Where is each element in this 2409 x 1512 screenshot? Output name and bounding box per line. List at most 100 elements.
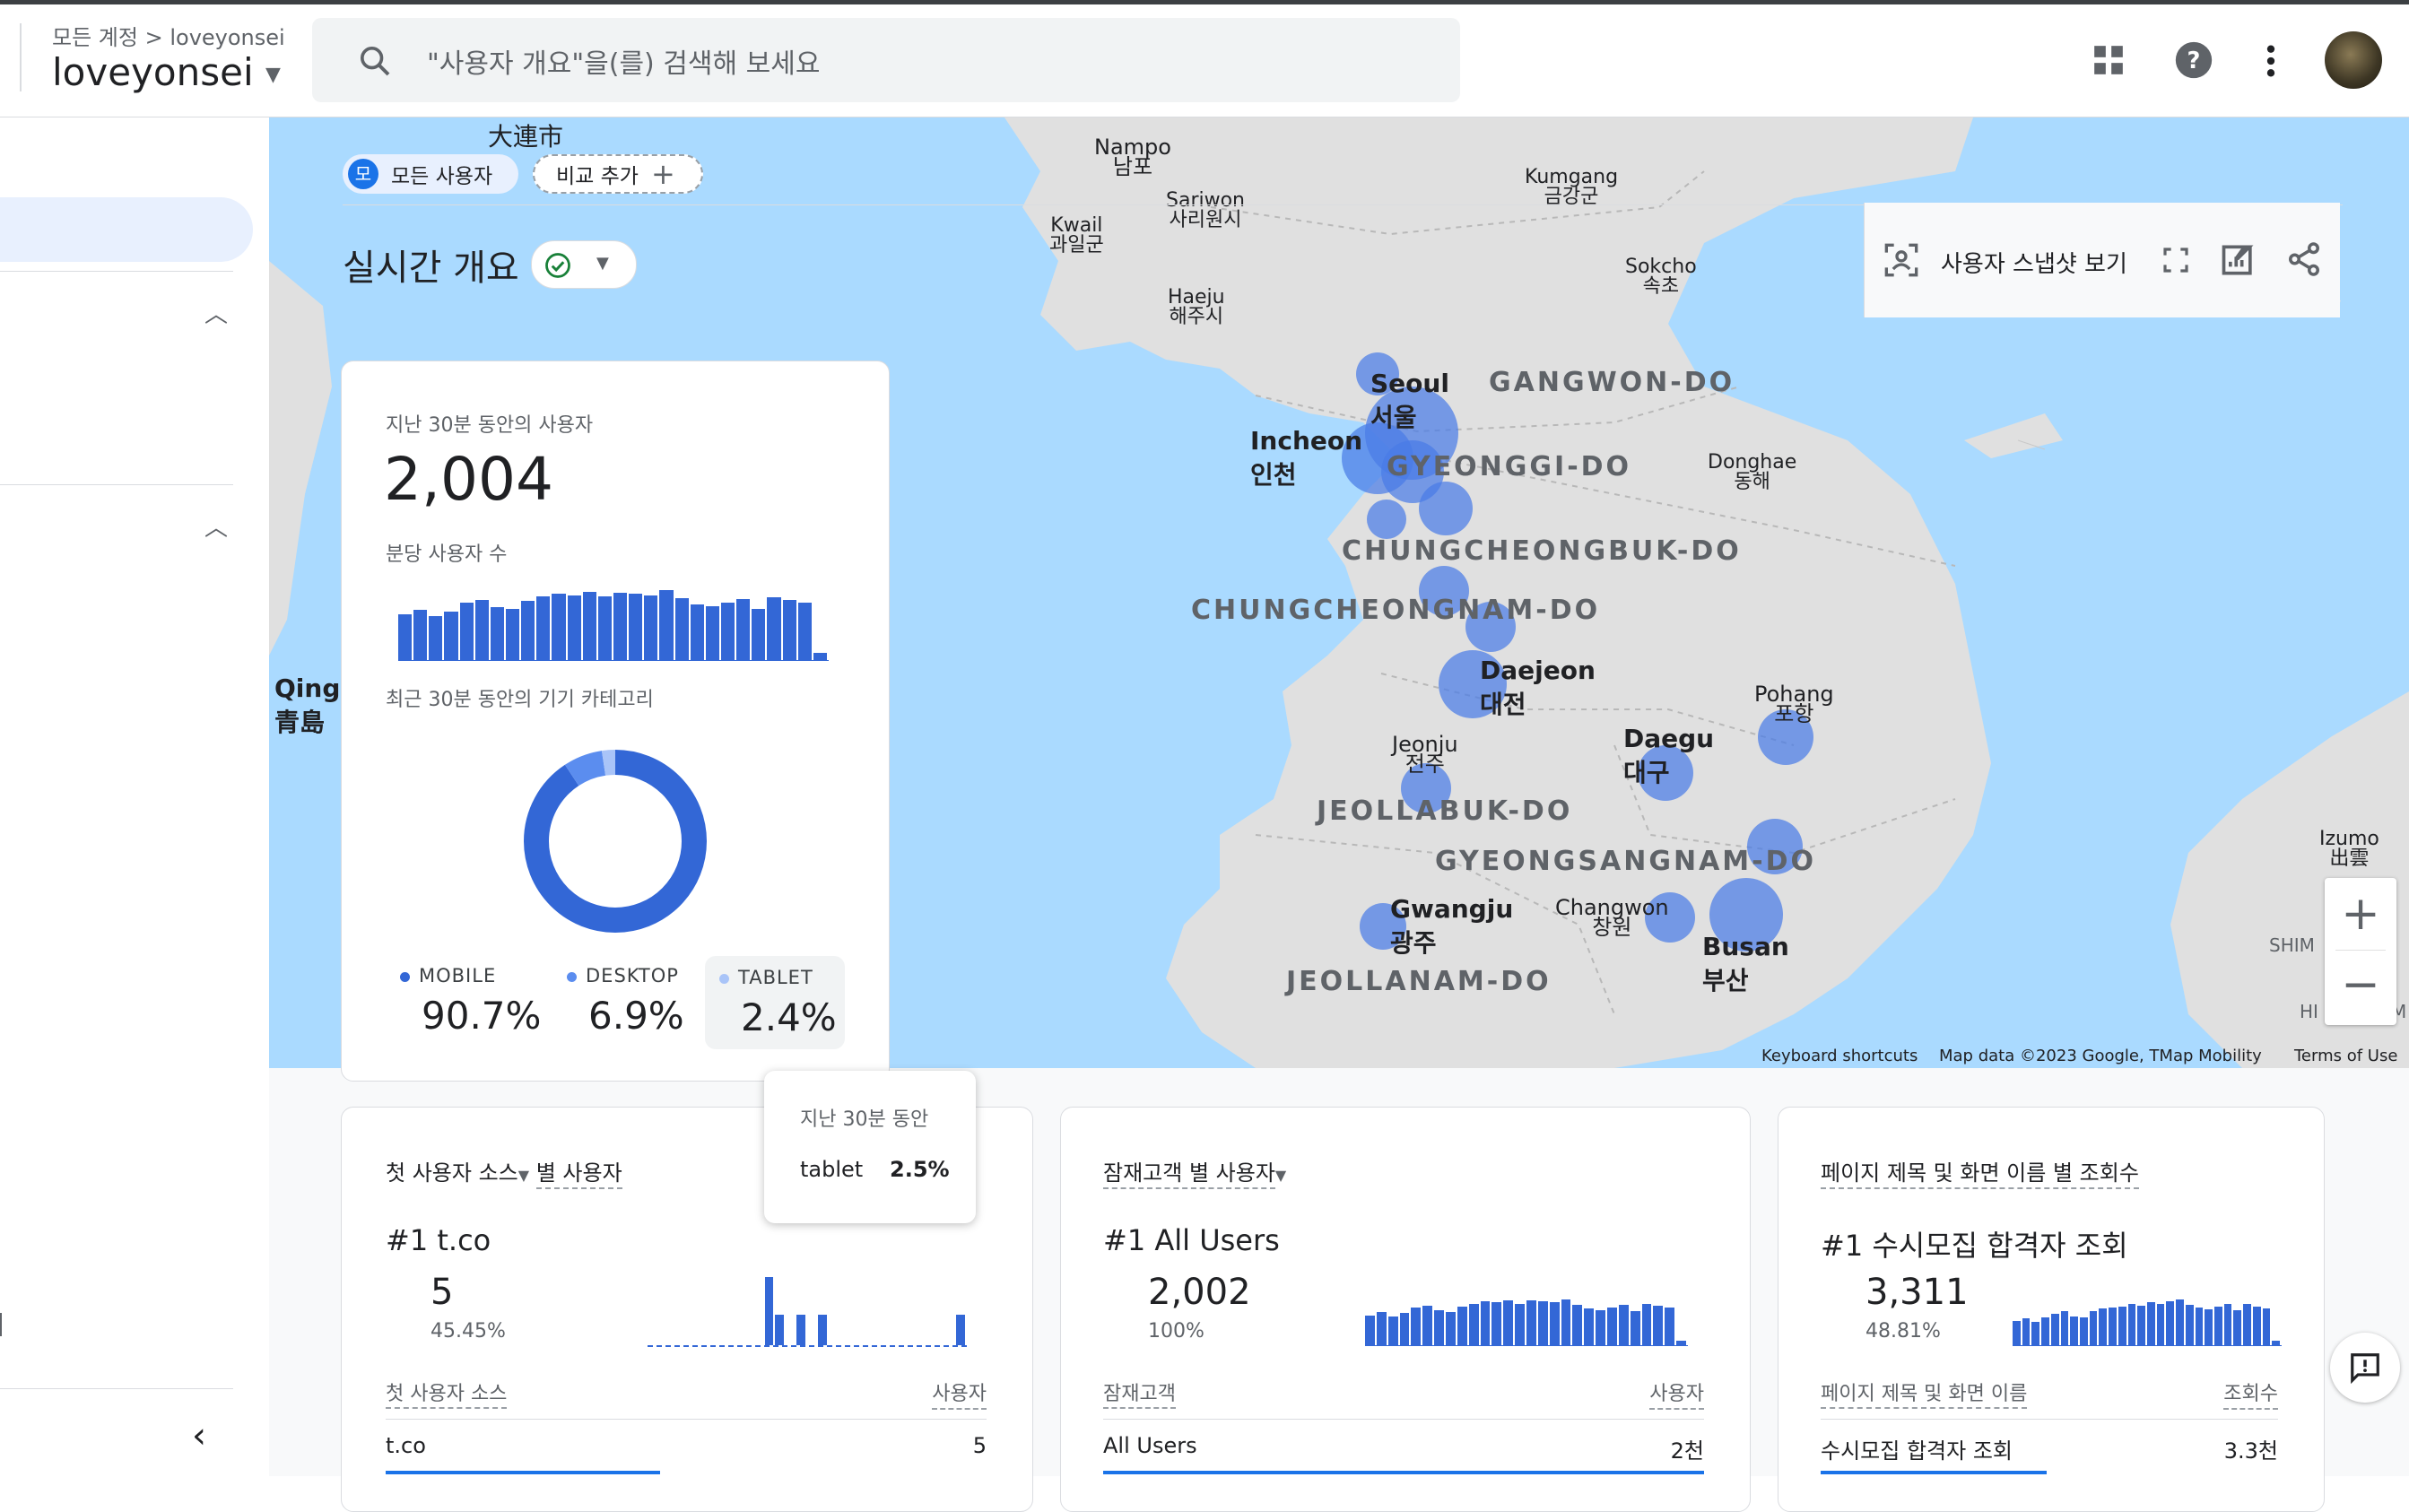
sparkline-bar[interactable] (2137, 1305, 2145, 1345)
sparkline-bar[interactable] (2013, 1321, 2021, 1345)
search-placeholder[interactable]: "사용자 개요"을(를) 검색해 보세요 (427, 41, 820, 81)
fullscreen-icon[interactable] (2161, 246, 2190, 274)
map-terms-link[interactable]: Terms of Use (2294, 1047, 2397, 1065)
sparkline-bar[interactable] (1411, 1307, 1422, 1345)
map-bubble-gyeonggi-3[interactable] (1367, 500, 1406, 539)
sparkline-bar[interactable] (644, 595, 658, 660)
sparkline-bar[interactable] (1434, 1310, 1444, 1345)
sparkline-bar[interactable] (398, 614, 413, 660)
user-snapshot-icon[interactable] (1883, 242, 1919, 278)
sparkline-bar[interactable] (659, 590, 674, 660)
sparkline-bar[interactable] (2272, 1340, 2280, 1345)
sparkline-bar[interactable] (552, 594, 566, 660)
user-snapshot-button[interactable]: 사용자 스냅샷 보기 (1941, 246, 2127, 279)
sparkline-bar[interactable] (1446, 1311, 1456, 1345)
donut-slice-mobile[interactable] (524, 750, 707, 933)
legend-tablet[interactable]: TABLET 2.4% (705, 956, 845, 1049)
sparkline-bar[interactable] (817, 1314, 827, 1345)
sparkline-bar[interactable] (690, 604, 704, 660)
sparkline-bar[interactable] (674, 598, 689, 660)
sparkline-bar[interactable] (2060, 1311, 2069, 1345)
sparkline-bar[interactable] (1480, 1301, 1491, 1345)
sparkline-bar[interactable] (2099, 1308, 2108, 1345)
sparkline-bar[interactable] (582, 591, 596, 660)
sparkline-bar[interactable] (752, 608, 766, 660)
sparkline-bar[interactable] (1630, 1311, 1640, 1345)
sparkline-bar[interactable] (782, 599, 796, 660)
sparkline-bar[interactable] (2041, 1316, 2049, 1345)
audience-col-left[interactable]: 잠재고객 (1103, 1383, 1176, 1409)
sparkline-bar[interactable] (721, 603, 735, 660)
chevron-up-icon[interactable]: ︿ (204, 509, 228, 543)
data-status-chip[interactable]: ▼ (531, 240, 637, 289)
pages-card-title[interactable]: 페이지 제목 및 화면 이름 별 조회수 (1821, 1155, 2139, 1189)
sparkline-bar[interactable] (506, 609, 520, 660)
sparkline-bar[interactable] (2205, 1309, 2213, 1345)
sparkline-bar[interactable] (2127, 1303, 2136, 1345)
sparkline-bar[interactable] (2050, 1314, 2059, 1345)
sparkline-bar[interactable] (1422, 1305, 1433, 1345)
source-card-title[interactable]: 첫 사용자 소스▼ 별 사용자 (386, 1155, 622, 1189)
sparkline-bar[interactable] (629, 594, 643, 660)
breadcrumb-root[interactable]: 모든 계정 (52, 25, 138, 50)
sparkline-bar[interactable] (1676, 1340, 1686, 1345)
sparkline-bar[interactable] (736, 598, 751, 660)
sparkline-bar[interactable] (767, 597, 781, 660)
sparkline-bar[interactable] (2185, 1304, 2194, 1345)
breadcrumb-child[interactable]: loveyonsei (170, 25, 284, 50)
sparkline-bar[interactable] (2233, 1310, 2242, 1345)
chevron-up-icon[interactable]: ︿ (204, 296, 228, 329)
pages-card-title-text[interactable]: 페이지 제목 및 화면 이름 별 조회수 (1821, 1160, 2139, 1189)
users-per-minute-chart[interactable] (398, 587, 829, 661)
sparkline-bar[interactable] (1561, 1299, 1571, 1345)
sparkline-bar[interactable] (2252, 1306, 2261, 1345)
legend-mobile[interactable]: MOBILE 90.7% (400, 965, 544, 1038)
sparkline-bar[interactable] (2089, 1311, 2098, 1345)
device-donut-chart[interactable] (520, 746, 710, 936)
source-col-right[interactable]: 사용자 (932, 1377, 987, 1410)
avatar[interactable] (2325, 31, 2382, 89)
sparkline-bar[interactable] (1399, 1313, 1410, 1345)
sparkline-bar[interactable] (1607, 1307, 1617, 1345)
source-table-row[interactable]: t.co 5 (386, 1433, 987, 1458)
account-selector[interactable]: loveyonsei ▼ (52, 50, 281, 94)
map-keyboard-shortcuts[interactable]: Keyboard shortcuts (1761, 1047, 1918, 1065)
more-vert-icon[interactable] (2258, 43, 2283, 79)
sparkline-bar[interactable] (1618, 1305, 1629, 1345)
sparkline-bar[interactable] (536, 596, 551, 660)
pages-sparkline[interactable] (2013, 1297, 2282, 1346)
sparkline-bar[interactable] (2166, 1301, 2175, 1345)
sparkline-bar[interactable] (1468, 1303, 1479, 1345)
audience-table-row[interactable]: All Users 2천 (1103, 1433, 1704, 1464)
sparkline-bar[interactable] (2223, 1304, 2232, 1345)
dimension-selector[interactable]: 첫 사용자 소스 (386, 1160, 518, 1186)
sparkline-bar[interactable] (1503, 1299, 1514, 1345)
pages-col-left[interactable]: 페이지 제목 및 화면 이름 (1821, 1383, 2028, 1409)
pages-table-row[interactable]: 수시모집 합격자 조회 3.3천 (1821, 1433, 2278, 1464)
customize-report-icon[interactable] (2219, 240, 2258, 280)
sidebar-item-selected[interactable] (0, 197, 253, 262)
sparkline-bar[interactable] (796, 1314, 805, 1345)
sparkline-bar[interactable] (1596, 1309, 1605, 1345)
breadcrumb[interactable]: 모든 계정 > loveyonsei (52, 20, 285, 51)
sparkline-bar[interactable] (764, 1277, 774, 1345)
sparkline-bar[interactable] (2022, 1318, 2031, 1345)
zoom-in-icon[interactable]: + (2325, 878, 2396, 950)
sparkline-bar[interactable] (1365, 1315, 1375, 1345)
source-col-left[interactable]: 첫 사용자 소스 (386, 1383, 508, 1409)
pages-col-right[interactable]: 조회수 (2223, 1377, 2278, 1410)
audience-col-right[interactable]: 사용자 (1649, 1377, 1704, 1410)
sparkline-bar[interactable] (1387, 1316, 1398, 1345)
sparkline-bar[interactable] (2262, 1308, 2271, 1345)
sparkline-bar[interactable] (1515, 1303, 1525, 1345)
collapse-sidebar-icon[interactable]: ‹ (192, 1415, 206, 1456)
sparkline-bar[interactable] (1526, 1300, 1536, 1345)
sparkline-bar[interactable] (1537, 1301, 1548, 1345)
help-icon[interactable]: ? (2174, 40, 2213, 80)
sparkline-bar[interactable] (2118, 1306, 2126, 1345)
feedback-button[interactable] (2330, 1333, 2400, 1403)
sparkline-bar[interactable] (2147, 1302, 2155, 1345)
map-bubble-gyeonggi-2[interactable] (1419, 482, 1473, 535)
sparkline-bar[interactable] (2070, 1316, 2078, 1345)
sparkline-bar[interactable] (2031, 1322, 2040, 1345)
